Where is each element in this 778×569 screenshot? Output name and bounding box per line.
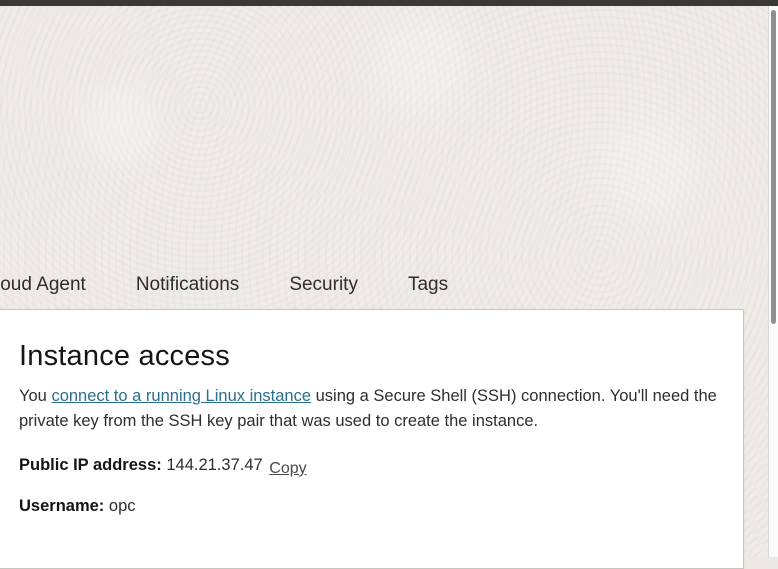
tab-security[interactable]: Security — [289, 274, 358, 296]
public-ip-label: Public IP address: — [19, 456, 162, 474]
public-ip-row: Public IP address: 144.21.37.47 Copy — [19, 456, 307, 477]
tab-oracle-cloud-agent[interactable]: loud Agent — [0, 274, 86, 296]
copy-ip-link[interactable]: Copy — [269, 460, 306, 477]
username-row: Username: opc — [19, 497, 136, 516]
scrollbar[interactable] — [768, 6, 778, 557]
resource-tabs: loud Agent Notifications Security Tags — [0, 268, 498, 302]
tab-notifications[interactable]: Notifications — [136, 274, 240, 296]
instance-access-description: You connect to a running Linux instance … — [19, 384, 719, 434]
tab-tags[interactable]: Tags — [408, 274, 448, 296]
public-ip-value: 144.21.37.47 — [166, 456, 263, 474]
description-text-start: You — [19, 387, 52, 405]
connect-linux-instance-link[interactable]: connect to a running Linux instance — [51, 387, 311, 405]
scrollbar-thumb[interactable] — [771, 10, 776, 324]
username-value: opc — [108, 497, 136, 515]
instance-access-title: Instance access — [19, 340, 230, 372]
username-label: Username: — [19, 497, 105, 515]
